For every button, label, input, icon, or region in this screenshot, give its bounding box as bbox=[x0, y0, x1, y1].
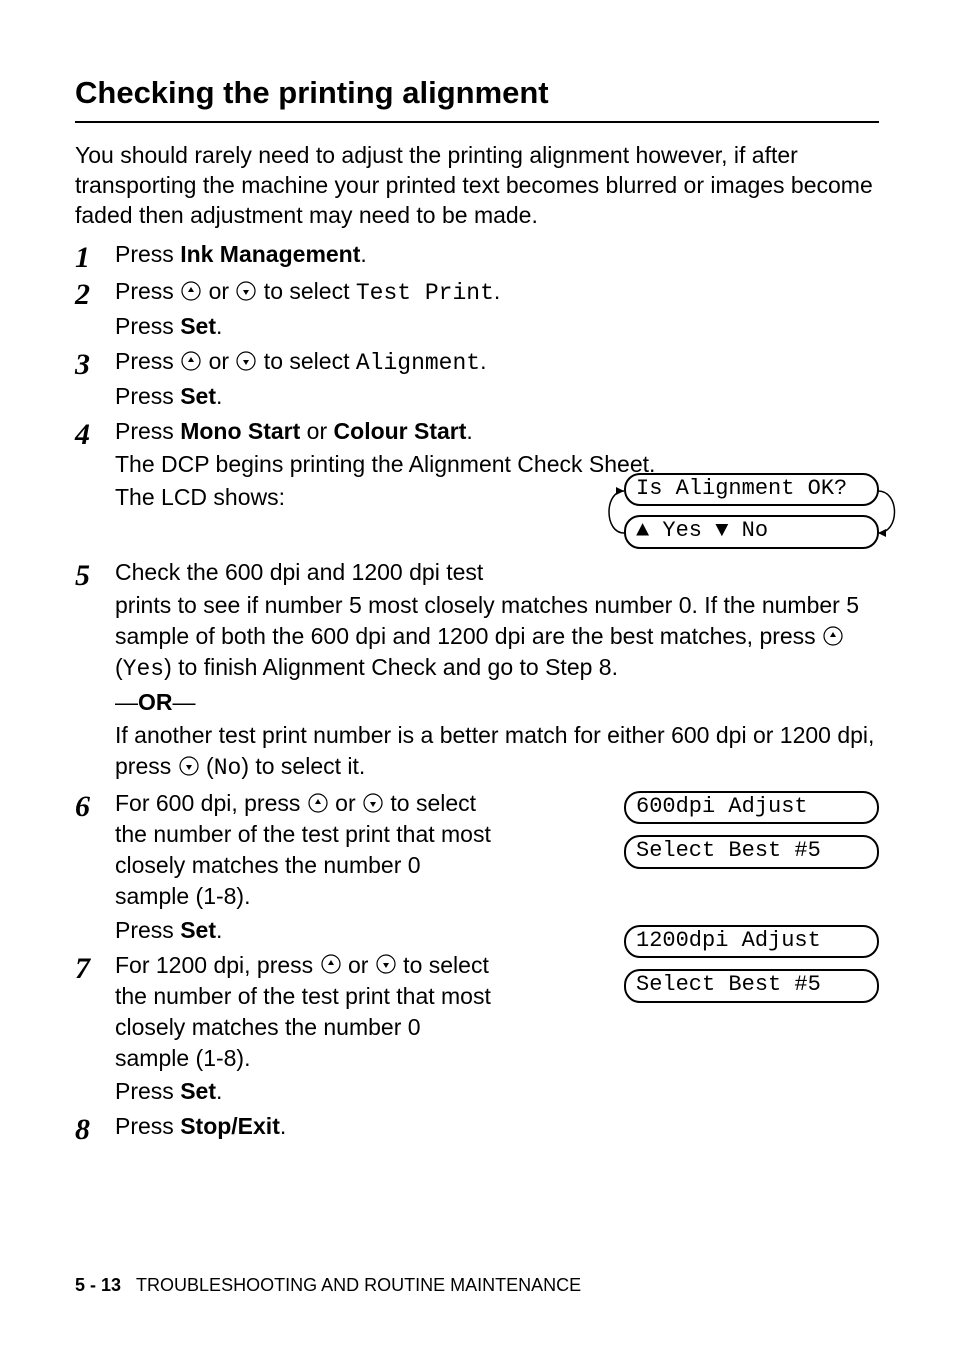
text: Press bbox=[115, 1078, 180, 1104]
step-3: 3 Press or to select Alignment. Press Se… bbox=[75, 346, 879, 414]
lcd-display: ▲ Yes ▼ No bbox=[624, 515, 879, 548]
text: ( bbox=[200, 753, 214, 779]
down-button-icon bbox=[235, 350, 257, 372]
step-1: 1 Press Ink Management. bbox=[75, 239, 879, 274]
down-button-icon bbox=[375, 953, 397, 975]
page-number: 5 - 13 bbox=[75, 1275, 121, 1295]
text: . bbox=[216, 313, 222, 339]
lcd-alignment-group: Is Alignment OK? ▲ Yes ▼ No bbox=[624, 473, 879, 558]
step-number: 3 bbox=[75, 346, 115, 381]
text: prints to see if number 5 most closely m… bbox=[115, 592, 859, 649]
step-number: 7 bbox=[75, 950, 115, 985]
text: . bbox=[360, 241, 366, 267]
text: ) to select it. bbox=[241, 753, 365, 779]
step-number: 6 bbox=[75, 788, 115, 823]
text: . bbox=[466, 418, 472, 444]
lcd-display: Select Best #5 bbox=[624, 969, 879, 1002]
text: ) to finish Alignment Check and go to St… bbox=[164, 654, 618, 680]
text: Press bbox=[115, 1113, 180, 1139]
text: or bbox=[329, 790, 362, 816]
text: ( bbox=[115, 654, 123, 680]
menu-value: Test Print bbox=[356, 280, 494, 306]
down-button-icon bbox=[178, 755, 200, 777]
up-button-icon bbox=[307, 792, 329, 814]
text: Press bbox=[115, 313, 180, 339]
text: Press bbox=[115, 241, 180, 267]
button-label: Set bbox=[180, 313, 216, 339]
text: to select bbox=[257, 348, 355, 374]
button-label: Set bbox=[180, 383, 216, 409]
page-footer: 5 - 13 TROUBLESHOOTING AND ROUTINE MAINT… bbox=[75, 1275, 581, 1296]
menu-value: Alignment bbox=[356, 350, 480, 376]
intro-paragraph: You should rarely need to adjust the pri… bbox=[75, 141, 879, 231]
up-button-icon bbox=[822, 625, 844, 647]
step-number: 1 bbox=[75, 239, 115, 274]
step-8: 8 Press Stop/Exit. bbox=[75, 1111, 879, 1146]
step-number: 5 bbox=[75, 557, 115, 592]
button-label: Ink Management bbox=[180, 241, 360, 267]
text: . bbox=[216, 1078, 222, 1104]
up-button-icon bbox=[180, 350, 202, 372]
lcd-value: Yes bbox=[123, 656, 164, 682]
lcd-value: No bbox=[214, 755, 242, 781]
text: or bbox=[342, 952, 375, 978]
text: . bbox=[494, 278, 500, 304]
lcd-display: Is Alignment OK? bbox=[624, 473, 879, 506]
text: to select bbox=[257, 278, 355, 304]
down-button-icon bbox=[235, 280, 257, 302]
text: Press bbox=[115, 348, 180, 374]
text: Press bbox=[115, 418, 180, 444]
step-5: 5 Check the 600 dpi and 1200 dpi test pr… bbox=[75, 557, 879, 786]
lcd-no: No bbox=[742, 518, 768, 543]
text: Press bbox=[115, 278, 180, 304]
text: . bbox=[216, 917, 222, 943]
text: . bbox=[280, 1113, 286, 1139]
lcd-yes: Yes bbox=[662, 518, 702, 543]
text: or bbox=[300, 418, 333, 444]
button-label: Colour Start bbox=[334, 418, 467, 444]
button-label: Stop/Exit bbox=[180, 1113, 280, 1139]
text: or bbox=[202, 348, 235, 374]
step-2: 2 Press or to select Test Print. Press S… bbox=[75, 276, 879, 344]
up-button-icon bbox=[180, 280, 202, 302]
step-number: 8 bbox=[75, 1111, 115, 1146]
button-label: Mono Start bbox=[180, 418, 300, 444]
text: . bbox=[480, 348, 486, 374]
button-label: Set bbox=[180, 1078, 216, 1104]
text: For 1200 dpi, press bbox=[115, 952, 320, 978]
lcd-1200-group: 1200dpi Adjust Select Best #5 bbox=[624, 925, 879, 1014]
or-label: OR bbox=[138, 689, 173, 715]
section-label: TROUBLESHOOTING AND ROUTINE MAINTENANCE bbox=[136, 1275, 581, 1295]
text: For 600 dpi, press bbox=[115, 790, 307, 816]
step-number: 2 bbox=[75, 276, 115, 311]
step-number: 4 bbox=[75, 416, 115, 451]
text: Press bbox=[115, 917, 180, 943]
lcd-display: Select Best #5 bbox=[624, 835, 879, 868]
button-label: Set bbox=[180, 917, 216, 943]
lcd-display: 1200dpi Adjust bbox=[624, 925, 879, 958]
text: or bbox=[202, 278, 235, 304]
text: Press bbox=[115, 383, 180, 409]
down-button-icon bbox=[362, 792, 384, 814]
up-button-icon bbox=[320, 953, 342, 975]
lcd-600-group: 600dpi Adjust Select Best #5 bbox=[624, 791, 879, 880]
lcd-display: 600dpi Adjust bbox=[624, 791, 879, 824]
section-heading: Checking the printing alignment bbox=[75, 75, 879, 123]
text: . bbox=[216, 383, 222, 409]
text: Check the 600 dpi and 1200 dpi test bbox=[115, 557, 879, 588]
